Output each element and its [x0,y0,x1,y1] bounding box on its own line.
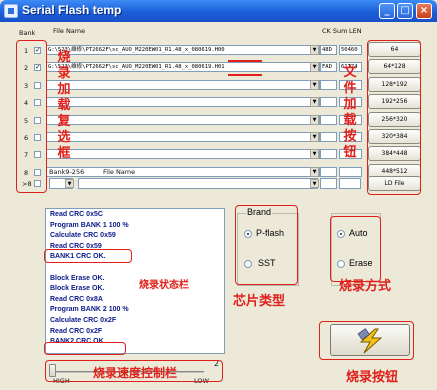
bank-file-dropdown[interactable]: ▼ [310,167,319,177]
bank-cksum-field [320,149,337,159]
bank-file-field[interactable] [46,80,320,90]
bank-cksum-field: FAD [320,62,337,72]
burn-annotation-box [319,321,414,360]
bank-cksum-field [320,167,337,177]
log-line: Program BANK 1 100 % [50,221,129,229]
bank-file-dropdown[interactable]: ▼ [310,45,319,55]
log-line: Program BANK 2 100 % [50,306,129,314]
len-header: LEN [349,27,362,35]
bank-file-dropdown[interactable]: ▼ [310,149,319,159]
chip-type-annotation: 芯片类型 [233,294,286,309]
ck-sum-header: CK Sum [322,27,348,35]
log-line: Read CRC 0x8A [50,295,103,303]
bank-file-field[interactable]: G:\523\维修\PT2662F\sc_AUO_M220EW01_R1.48_… [46,62,320,72]
bank-cksum-field [320,132,337,142]
filename-underline-1 [228,60,262,62]
burn-button-annotation: 烧录按钮 [346,370,399,385]
bank-file-field[interactable] [46,115,320,125]
bank-file-field[interactable]: G:\523\维修\PT2662F\sc_AUO_M220EW01_R1.48_… [46,45,320,55]
bank-cksum-field [320,115,337,125]
bank-cksum-field [320,80,337,90]
log-line: Block Erase OK. [50,285,105,293]
status-log: Read CRC 0x5C Program BANK 1 100 % Calcula… [45,208,225,354]
bank-len-field [339,167,362,177]
bank-file-field[interactable] [46,132,320,142]
bank-file-dropdown[interactable]: ▼ [310,132,319,142]
burn-mode-annotation: 烧录方式 [339,279,392,294]
file-name-header: File Name [53,27,86,35]
maximize-button[interactable]: □ [397,3,413,19]
log-line: Calculate CRC 0x2F [50,317,117,324]
log-line: Read CRC 0x2F [50,327,103,335]
log-line: Read CRC 0x5C [50,211,103,218]
bank-file-field[interactable] [46,167,320,177]
app-icon [4,4,18,18]
speed-bar-annotation: 烧录速度控制栏 [93,366,178,380]
close-button[interactable]: × [416,3,432,19]
log-line: Calculate CRC 0x59 [50,232,116,240]
file-load-annotation: 文件加载按钮 [343,65,357,160]
bank9-file-field[interactable] [78,178,318,189]
bank-len-field: 50460 [339,45,362,55]
brand-annotation-box [235,205,298,285]
bank9-select-arrow[interactable]: ▼ [65,179,74,188]
bank-file-dropdown[interactable]: ▼ [310,97,319,107]
minimize-button[interactable]: _ [379,3,395,19]
bank-file-dropdown[interactable]: ▼ [310,115,319,125]
bank2-ok-annotation-box [44,342,126,355]
bank9-file-label: File Name [103,168,136,176]
file-select-annotation: 烧录加载复选框 [57,50,71,161]
bank-file-field[interactable] [46,97,320,107]
bank9-len-field [339,178,361,189]
bank1-ok-annotation-box [44,249,132,263]
mode-annotation-box [330,216,381,282]
bank-file-dropdown[interactable]: ▼ [310,80,319,90]
window-title: Serial Flash temp [22,3,122,17]
bank-file-dropdown[interactable]: ▼ [310,62,319,72]
checkbox-annotation-box [16,40,47,193]
title-bar[interactable]: Serial Flash temp _ □ × [0,0,437,22]
bank9-label: Bank9-256 [49,168,85,176]
bank-header: Bank [19,29,36,37]
log-line: Block Erase OK. [50,274,105,282]
bank-cksum-field [320,97,337,107]
filename-underline-2 [228,74,262,76]
bank9-cksum-field [320,178,337,189]
bank-file-field[interactable] [46,149,320,159]
bank-cksum-field: 48D [320,45,337,55]
button-annotation-box [367,40,421,195]
serial-flash-window: Serial Flash temp _ □ × Bank File Name C… [0,0,437,390]
bank9-file-dropdown[interactable]: ▼ [310,179,319,188]
status-bar-annotation: 烧录状态栏 [139,280,189,291]
